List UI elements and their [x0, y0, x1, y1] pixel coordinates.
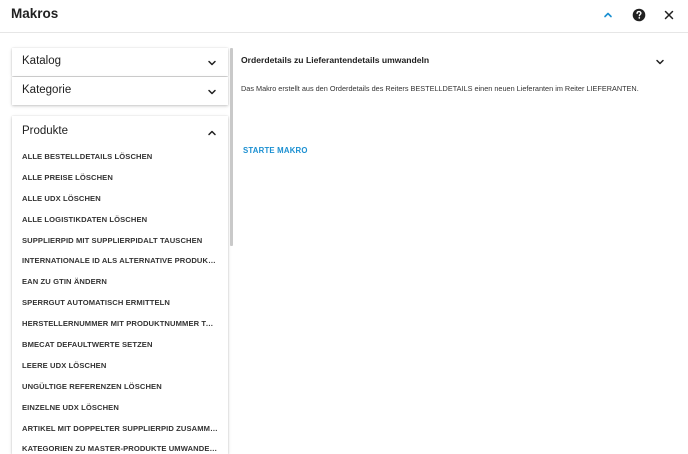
- macro-detail-panel: Orderdetails zu Lieferantendetails umwan…: [234, 46, 688, 454]
- accordion-label-katalog: Katalog: [22, 55, 62, 67]
- start-macro-button[interactable]: STARTE MAKRO: [243, 146, 308, 155]
- macro-categories-panel: Katalog Kategorie Produkte ALLE BESTELLD…: [12, 48, 228, 454]
- chevron-down-icon: [656, 59, 664, 65]
- macro-list-item[interactable]: UNGÜLTIGE REFERENZEN LÖSCHEN: [12, 377, 228, 398]
- chevron-down-icon: [208, 60, 216, 66]
- close-icon[interactable]: [661, 7, 677, 23]
- chevron-up-icon: [208, 130, 216, 136]
- dialog-title: Makros: [11, 6, 59, 21]
- macro-list: ALLE BESTELLDETAILS LÖSCHEN ALLE PREISE …: [12, 147, 228, 454]
- accordion-header-kategorie[interactable]: Kategorie: [12, 77, 228, 105]
- accordion-label-kategorie: Kategorie: [22, 84, 72, 96]
- dialog-header: Makros: [0, 0, 688, 33]
- accordion-header-produkte[interactable]: Produkte: [12, 116, 228, 146]
- accordion-header-katalog[interactable]: Katalog: [12, 48, 228, 76]
- macro-detail-title: Orderdetails zu Lieferantendetails umwan…: [241, 55, 430, 65]
- sidebar-scrollbar[interactable]: [230, 48, 233, 246]
- macro-list-item[interactable]: HERSTELLERNUMMER MIT PRODUKTNUMMER TAUSC…: [12, 314, 228, 335]
- macro-detail-header[interactable]: Orderdetails zu Lieferantendetails umwan…: [234, 46, 674, 74]
- chevron-up-icon[interactable]: [600, 7, 616, 23]
- accordion-produkte: Produkte ALLE BESTELLDETAILS LÖSCHEN ALL…: [12, 116, 228, 454]
- macro-list-item[interactable]: INTERNATIONALE ID ALS ALTERNATIVE PRODUK…: [12, 251, 228, 272]
- macro-list-item[interactable]: KATEGORIEN ZU MASTER-PRODUKTE UMWANDELN: [12, 439, 228, 454]
- macro-list-item[interactable]: SPERRGUT AUTOMATISCH ERMITTELN: [12, 293, 228, 314]
- chevron-down-icon: [208, 89, 216, 95]
- macro-list-item[interactable]: BMECAT DEFAULTWERTE SETZEN: [12, 335, 228, 356]
- macro-list-item[interactable]: LEERE UDX LÖSCHEN: [12, 356, 228, 377]
- macro-list-item[interactable]: ARTIKEL MIT DOPPELTER SUPPLIERPID ZUSAMM…: [12, 419, 228, 440]
- macro-list-item[interactable]: EINZELNE UDX LÖSCHEN: [12, 398, 228, 419]
- macro-description: Das Makro erstellt aus den Orderdetails …: [241, 84, 639, 93]
- macro-list-item[interactable]: ALLE PREISE LÖSCHEN: [12, 168, 228, 189]
- accordion-kategorie: Kategorie: [12, 77, 228, 105]
- macro-list-item[interactable]: EAN ZU GTIN ÄNDERN: [12, 272, 228, 293]
- help-icon[interactable]: [631, 7, 647, 23]
- macro-list-item[interactable]: ALLE UDX LÖSCHEN: [12, 189, 228, 210]
- macro-list-item[interactable]: ALLE BESTELLDETAILS LÖSCHEN: [12, 147, 228, 168]
- accordion-katalog: Katalog: [12, 48, 228, 76]
- macro-list-item[interactable]: SUPPLIERPID MIT SUPPLIERPIDALT TAUSCHEN: [12, 231, 228, 252]
- accordion-label-produkte: Produkte: [22, 125, 69, 137]
- macro-list-item[interactable]: ALLE LOGISTIKDATEN LÖSCHEN: [12, 210, 228, 231]
